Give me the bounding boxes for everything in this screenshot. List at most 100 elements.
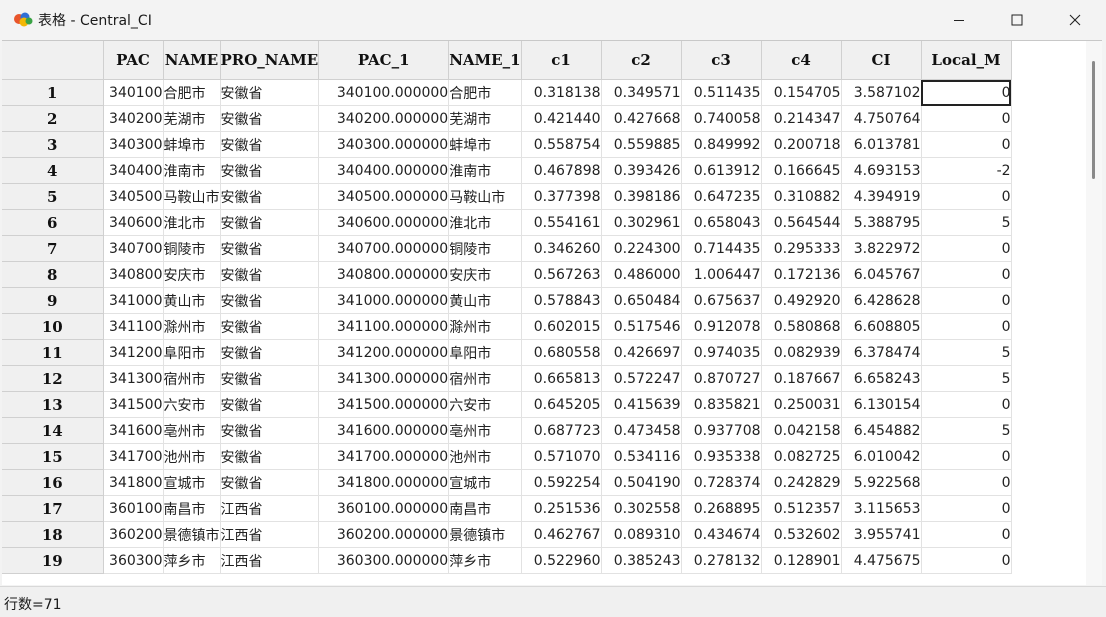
cell-name[interactable]: 合肥市 xyxy=(163,79,221,106)
cell-name[interactable]: 景德镇市 xyxy=(163,521,221,548)
table-row[interactable]: 19 360300 萍乡市 江西省 360300.000000 萍乡市 0.522960 0.… xyxy=(2,547,1012,574)
cell-pac-1[interactable]: 340100.000000 xyxy=(318,79,450,106)
column-header-name[interactable]: NAME xyxy=(163,41,221,80)
maximize-button[interactable] xyxy=(988,0,1046,40)
row-header[interactable]: 7 xyxy=(2,235,104,262)
column-header-pro-name[interactable]: PRO_NAME xyxy=(220,41,320,80)
cell-c4[interactable]: 0.250031 xyxy=(761,391,842,418)
cell-name-1[interactable]: 景德镇市 xyxy=(448,521,522,548)
column-header-c4[interactable]: c4 xyxy=(761,41,842,80)
cell-c1[interactable]: 0.578843 xyxy=(521,287,602,314)
cell-c4[interactable]: 0.310882 xyxy=(761,183,842,210)
row-header[interactable]: 11 xyxy=(2,339,104,366)
table-row[interactable]: 11 341200 阜阳市 安徽省 341200.000000 阜阳市 0.680558 0.… xyxy=(2,339,1012,366)
cell-name[interactable]: 南昌市 xyxy=(163,495,221,522)
table-row[interactable]: 14 341600 亳州市 安徽省 341600.000000 亳州市 0.687723 0.… xyxy=(2,417,1012,444)
row-header[interactable]: 16 xyxy=(2,469,104,496)
row-header[interactable]: 19 xyxy=(2,547,104,574)
row-header[interactable]: 5 xyxy=(2,183,104,210)
column-header-local-m[interactable]: Local_M xyxy=(921,41,1012,80)
cell-local-m[interactable]: 0 xyxy=(921,235,1012,262)
cell-name[interactable]: 六安市 xyxy=(163,391,221,418)
cell-name[interactable]: 亳州市 xyxy=(163,417,221,444)
cell-c3[interactable]: 0.658043 xyxy=(681,209,762,236)
cell-c1[interactable]: 0.346260 xyxy=(521,235,602,262)
row-header[interactable]: 15 xyxy=(2,443,104,470)
cell-c2[interactable]: 0.559885 xyxy=(601,131,682,158)
table-row[interactable]: 13 341500 六安市 安徽省 341500.000000 六安市 0.645205 0.… xyxy=(2,391,1012,418)
cell-c2[interactable]: 0.517546 xyxy=(601,313,682,340)
cell-c1[interactable]: 0.665813 xyxy=(521,365,602,392)
table-row[interactable]: 15 341700 池州市 安徽省 341700.000000 池州市 0.571070 0.… xyxy=(2,443,1012,470)
cell-ci[interactable]: 6.428628 xyxy=(841,287,922,314)
close-button[interactable] xyxy=(1046,0,1104,40)
cell-c3[interactable]: 0.974035 xyxy=(681,339,762,366)
column-header-c3[interactable]: c3 xyxy=(681,41,762,80)
table-row[interactable]: 17 360100 南昌市 江西省 360100.000000 南昌市 0.251536 0.… xyxy=(2,495,1012,522)
cell-c4[interactable]: 0.082939 xyxy=(761,339,842,366)
cell-c4[interactable]: 0.580868 xyxy=(761,313,842,340)
cell-name[interactable]: 蚌埠市 xyxy=(163,131,221,158)
cell-pro-name[interactable]: 安徽省 xyxy=(220,313,320,340)
table-row[interactable]: 16 341800 宣城市 安徽省 341800.000000 宣城市 0.592254 0.… xyxy=(2,469,1012,496)
cell-c2[interactable]: 0.572247 xyxy=(601,365,682,392)
cell-c4[interactable]: 0.128901 xyxy=(761,547,842,574)
cell-local-m[interactable]: 0 xyxy=(921,495,1012,522)
cell-c2[interactable]: 0.224300 xyxy=(601,235,682,262)
cell-name[interactable]: 宣城市 xyxy=(163,469,221,496)
cell-local-m[interactable]: 0 xyxy=(921,469,1012,496)
row-header[interactable]: 12 xyxy=(2,365,104,392)
cell-pac[interactable]: 360200 xyxy=(103,521,164,548)
cell-c2[interactable]: 0.473458 xyxy=(601,417,682,444)
cell-c4[interactable]: 0.154705 xyxy=(761,79,842,106)
row-header[interactable]: 13 xyxy=(2,391,104,418)
cell-pro-name[interactable]: 安徽省 xyxy=(220,287,320,314)
cell-pro-name[interactable]: 安徽省 xyxy=(220,183,320,210)
cell-name-1[interactable]: 淮北市 xyxy=(448,209,522,236)
cell-c1[interactable]: 0.680558 xyxy=(521,339,602,366)
cell-name[interactable]: 芜湖市 xyxy=(163,105,221,132)
cell-name-1[interactable]: 蚌埠市 xyxy=(448,131,522,158)
cell-c3[interactable]: 0.849992 xyxy=(681,131,762,158)
cell-c1[interactable]: 0.558754 xyxy=(521,131,602,158)
cell-local-m[interactable]: 0 xyxy=(921,391,1012,418)
cell-local-m[interactable]: 5 xyxy=(921,365,1012,392)
cell-pac[interactable]: 340400 xyxy=(103,157,164,184)
row-header[interactable]: 3 xyxy=(2,131,104,158)
table-row[interactable]: 4 340400 淮南市 安徽省 340400.000000 淮南市 0.467898 0.3… xyxy=(2,157,1012,184)
cell-ci[interactable]: 5.388795 xyxy=(841,209,922,236)
table-row[interactable]: 6 340600 淮北市 安徽省 340600.000000 淮北市 0.554161 0.3… xyxy=(2,209,1012,236)
cell-name-1[interactable]: 芜湖市 xyxy=(448,105,522,132)
cell-pac-1[interactable]: 360200.000000 xyxy=(318,521,450,548)
cell-name-1[interactable]: 黄山市 xyxy=(448,287,522,314)
cell-ci[interactable]: 4.394919 xyxy=(841,183,922,210)
cell-c1[interactable]: 0.567263 xyxy=(521,261,602,288)
cell-pac[interactable]: 341100 xyxy=(103,313,164,340)
cell-c4[interactable]: 0.492920 xyxy=(761,287,842,314)
cell-c4[interactable]: 0.532602 xyxy=(761,521,842,548)
cell-c2[interactable]: 0.650484 xyxy=(601,287,682,314)
cell-pac-1[interactable]: 341000.000000 xyxy=(318,287,450,314)
cell-c1[interactable]: 0.602015 xyxy=(521,313,602,340)
cell-c3[interactable]: 0.740058 xyxy=(681,105,762,132)
column-header-pac[interactable]: PAC xyxy=(103,41,164,80)
cell-c2[interactable]: 0.089310 xyxy=(601,521,682,548)
cell-name-1[interactable]: 亳州市 xyxy=(448,417,522,444)
cell-pac-1[interactable]: 340400.000000 xyxy=(318,157,450,184)
cell-local-m[interactable]: 0 xyxy=(921,443,1012,470)
cell-local-m[interactable]: 5 xyxy=(921,417,1012,444)
cell-pac-1[interactable]: 341800.000000 xyxy=(318,469,450,496)
cell-pac-1[interactable]: 340200.000000 xyxy=(318,105,450,132)
cell-local-m[interactable]: 0 xyxy=(921,183,1012,210)
cell-name[interactable]: 安庆市 xyxy=(163,261,221,288)
cell-ci[interactable]: 6.130154 xyxy=(841,391,922,418)
cell-pro-name[interactable]: 安徽省 xyxy=(220,235,320,262)
cell-c2[interactable]: 0.504190 xyxy=(601,469,682,496)
cell-local-m[interactable]: 0 xyxy=(921,547,1012,574)
cell-pac[interactable]: 340500 xyxy=(103,183,164,210)
cell-pro-name[interactable]: 安徽省 xyxy=(220,391,320,418)
row-header[interactable]: 2 xyxy=(2,105,104,132)
cell-c1[interactable]: 0.318138 xyxy=(521,79,602,106)
cell-name-1[interactable]: 马鞍山市 xyxy=(448,183,522,210)
row-header[interactable]: 10 xyxy=(2,313,104,340)
